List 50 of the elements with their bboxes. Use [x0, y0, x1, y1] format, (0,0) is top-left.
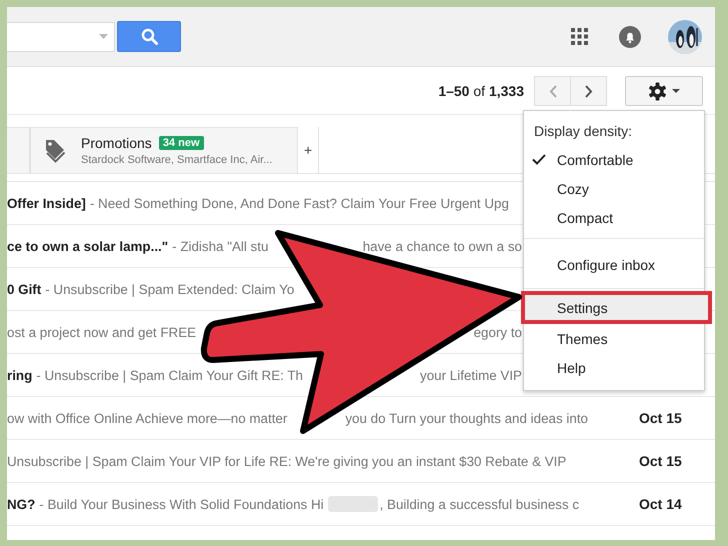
- message-subject: ce to own a solar lamp...": [7, 238, 168, 254]
- search-icon: [140, 28, 158, 45]
- message-snippet: - Unsubscribe | Spam Extended: Claim Yo: [45, 282, 294, 296]
- menu-item[interactable]: Cozy: [524, 174, 704, 203]
- page-range: 1–50 of 1,333: [438, 83, 524, 99]
- message-subject: NG?: [7, 496, 36, 512]
- caret-icon: [99, 34, 108, 39]
- new-count-badge: 34 new: [158, 136, 204, 150]
- message-snippet: - Zidisha "All stu: [172, 238, 268, 254]
- message-snippet: egory to: [474, 324, 522, 340]
- message-date: Oct 14: [639, 496, 682, 512]
- checkmark-icon: [532, 154, 546, 165]
- chevron-left-icon: [548, 84, 556, 98]
- message-subject: ring: [7, 368, 32, 382]
- message-snippet: Unsubscribe | Spam Claim Your VIP for Life RE: We're giving you an instant $30 Rebate & VIP: [7, 454, 566, 468]
- menu-item[interactable]: Help: [524, 353, 704, 382]
- menu-item[interactable]: Compact: [524, 203, 704, 232]
- caret-icon: [672, 89, 680, 93]
- search-button[interactable]: [117, 21, 181, 52]
- message-snippet: - Build Your Business With Solid Foundations Hi: [39, 496, 324, 512]
- menu-item[interactable]: Comfortable: [524, 145, 704, 174]
- search-field[interactable]: [7, 22, 115, 52]
- inbox-tab[interactable]: Promotions 34 new Stardock Software, Smartface Inc, Air...: [30, 127, 298, 173]
- message-snippet: ost a project now and get FREE: [7, 324, 196, 340]
- message-snippet: , Building a successful business c: [380, 496, 580, 512]
- apps-grid-icon[interactable]: [571, 28, 588, 45]
- chevron-right-icon: [584, 84, 592, 98]
- message-date: Oct 15: [639, 453, 682, 469]
- message-snippet: - Need Something Done, And Done Fast? Claim Your Free Urgent Upg: [90, 196, 509, 210]
- menu-item[interactable]: Configure inbox: [524, 238, 704, 282]
- settings-icon: [648, 82, 667, 100]
- menu-item[interactable]: Settings: [521, 291, 712, 324]
- menu-item[interactable]: Themes: [524, 324, 704, 353]
- message-snippet: your Lifetime VIP: [420, 368, 522, 382]
- notification-bell-icon[interactable]: [619, 26, 641, 48]
- message-snippet: you do Turn your thoughts and ideas into: [345, 410, 588, 426]
- tag-icon: [45, 138, 67, 164]
- next-page-button[interactable]: [570, 76, 607, 106]
- menu-heading: Display density:: [533, 122, 634, 141]
- add-tab-button[interactable]: +: [298, 127, 320, 173]
- message-subject: Offer Inside]: [7, 196, 86, 210]
- tab-senders: Stardock Software, Smartface Inc, Air...: [81, 154, 272, 166]
- message-date: Oct 15: [639, 410, 682, 426]
- tab-label: Promotions: [81, 135, 152, 151]
- message-snippet: - Unsubscribe | Spam Claim Your Gift RE: Th: [36, 368, 303, 382]
- message-snippet: have a chance to own a so: [362, 238, 522, 254]
- message-snippet: ow with Office Online Achieve more—no matter: [7, 410, 288, 426]
- settings-button[interactable]: [625, 76, 703, 106]
- message-subject: 0 Gift: [7, 282, 42, 296]
- redaction-blur: [328, 496, 378, 512]
